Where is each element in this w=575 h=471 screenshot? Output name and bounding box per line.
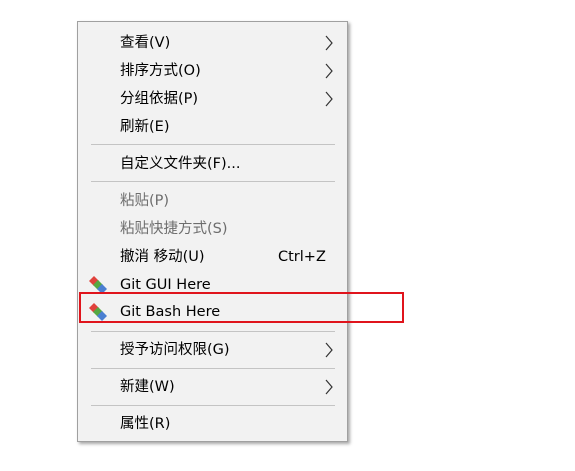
menu-item-label: 刷新(E)	[120, 119, 170, 135]
menu-item-refresh[interactable]: 刷新(E)	[78, 113, 347, 141]
menu-item-give-access[interactable]: 授予访问权限(G)	[78, 336, 347, 364]
menu-item-shortcut: Ctrl+Z	[278, 249, 326, 265]
chevron-right-icon	[325, 379, 333, 395]
menu-item-new[interactable]: 新建(W)	[78, 373, 347, 401]
menu-item-undo-move[interactable]: 撤消 移动(U) Ctrl+Z	[78, 243, 347, 271]
menu-item-label: 属性(R)	[120, 416, 171, 432]
menu-separator	[91, 181, 335, 182]
chevron-right-icon	[325, 342, 333, 358]
chevron-right-icon	[325, 63, 333, 79]
menu-separator	[91, 368, 335, 369]
menu-item-label: 粘贴(P)	[120, 193, 170, 209]
context-menu: 查看(V) 排序方式(O) 分组依据(P) 刷新(E) 自定义文件夹(F)...…	[77, 21, 348, 442]
menu-separator	[91, 405, 335, 406]
menu-item-label: 新建(W)	[120, 379, 175, 395]
menu-item-label: 撤消 移动(U)	[120, 249, 205, 265]
menu-item-view[interactable]: 查看(V)	[78, 29, 347, 57]
highlight-box	[79, 292, 404, 323]
menu-item-label: 粘贴快捷方式(S)	[120, 221, 228, 237]
desktop-area: 查看(V) 排序方式(O) 分组依据(P) 刷新(E) 自定义文件夹(F)...…	[0, 0, 575, 471]
menu-item-label: 自定义文件夹(F)...	[120, 156, 241, 172]
menu-item-group-by[interactable]: 分组依据(P)	[78, 85, 347, 113]
chevron-right-icon	[325, 91, 333, 107]
menu-item-paste-shortcut[interactable]: 粘贴快捷方式(S)	[78, 215, 347, 243]
menu-item-label: 分组依据(P)	[120, 91, 199, 107]
menu-item-customize-folder[interactable]: 自定义文件夹(F)...	[78, 150, 347, 178]
menu-item-label: 授予访问权限(G)	[120, 342, 230, 358]
chevron-right-icon	[325, 35, 333, 51]
menu-item-label: 查看(V)	[120, 35, 171, 51]
menu-item-label: 排序方式(O)	[120, 63, 201, 79]
menu-separator	[91, 331, 335, 332]
menu-item-properties[interactable]: 属性(R)	[78, 410, 347, 438]
menu-item-paste[interactable]: 粘贴(P)	[78, 187, 347, 215]
menu-item-sort-by[interactable]: 排序方式(O)	[78, 57, 347, 85]
menu-separator	[91, 144, 335, 145]
